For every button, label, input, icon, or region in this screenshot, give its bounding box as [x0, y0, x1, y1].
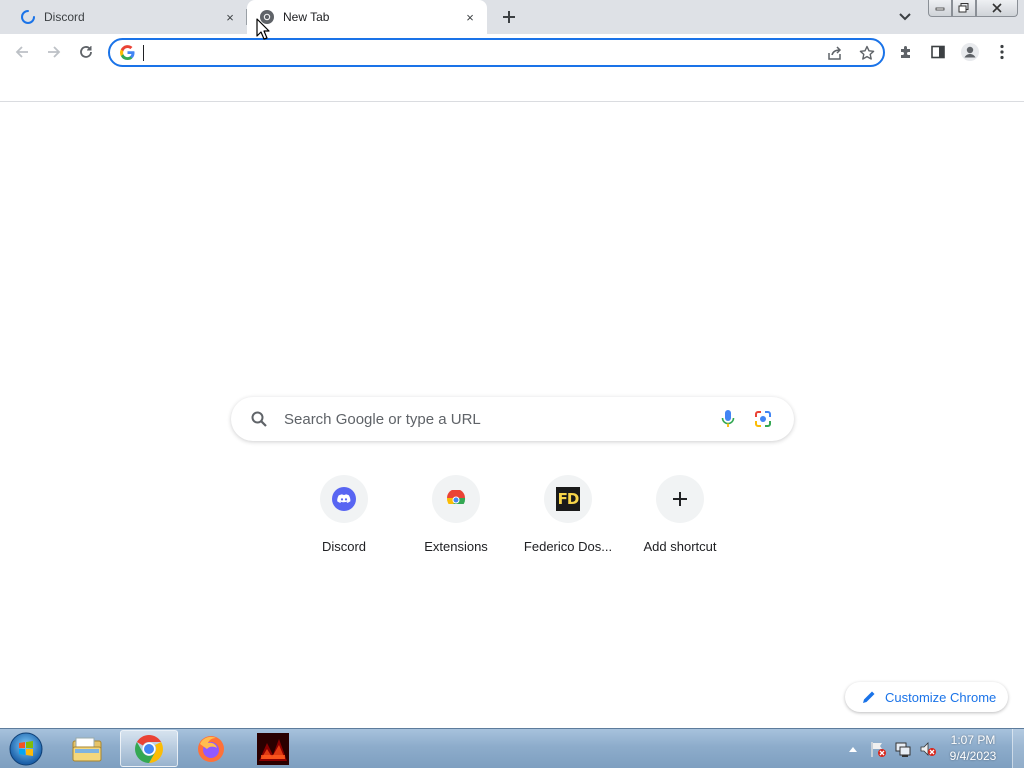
puzzle-piece-icon [901, 46, 910, 58]
chrome-web-store-icon [446, 490, 466, 508]
chevron-down-icon [899, 13, 911, 21]
customize-chrome-label: Customize Chrome [885, 689, 997, 705]
show-desktop-button[interactable] [1012, 729, 1024, 768]
shortcut-label: Discord [321, 539, 367, 554]
taskbar-game-app[interactable] [244, 730, 302, 767]
plus-icon [673, 492, 687, 506]
customize-chrome-button[interactable]: Customize Chrome [845, 682, 1008, 712]
side-panel-icon [931, 45, 945, 59]
shortcut-icon-container [432, 475, 480, 523]
pencil-icon [861, 689, 877, 705]
shortcut-discord[interactable]: Discord [288, 475, 400, 565]
shortcut-federico[interactable]: FD Federico Dos... [512, 475, 624, 565]
tab-strip: Discord × New Tab × [0, 0, 1024, 34]
discord-icon [332, 487, 356, 511]
chrome-menu-button[interactable] [988, 38, 1016, 66]
google-chrome-icon [135, 734, 163, 763]
taskbar: 1:07 PM 9/4/2023 [0, 728, 1024, 768]
shortcut-label: Extensions [424, 539, 488, 554]
text-caret [143, 45, 144, 61]
forward-button[interactable] [40, 38, 68, 66]
bookmarks-divider [0, 101, 1024, 102]
profile-button[interactable] [956, 38, 984, 66]
shortcut-label: Add shortcut [643, 539, 717, 554]
bookmark-star-icon[interactable] [857, 43, 877, 63]
address-bar[interactable] [108, 38, 885, 67]
google-lens-icon[interactable] [752, 408, 774, 430]
reload-icon [80, 46, 92, 58]
microphone-icon[interactable] [717, 408, 739, 430]
clock-time: 1:07 PM [950, 733, 996, 747]
network-icon[interactable] [892, 738, 914, 760]
shortcut-add[interactable]: Add shortcut [624, 475, 736, 565]
tab-search-button[interactable] [895, 8, 915, 26]
minimize-icon [935, 7, 945, 11]
start-button[interactable] [6, 731, 46, 767]
back-arrow-icon [15, 46, 28, 58]
omnibox-input[interactable] [146, 43, 806, 63]
show-hidden-icons-button[interactable] [842, 738, 864, 760]
taskbar-explorer[interactable] [58, 730, 116, 767]
browser-window: Discord × New Tab × Search Google or typ… [0, 0, 1024, 768]
clock-date: 9/4/2023 [949, 749, 997, 763]
shortcut-icon-container [656, 475, 704, 523]
back-button[interactable] [8, 38, 36, 66]
windows-explorer-icon [72, 737, 102, 761]
action-center-flag-icon[interactable] [867, 738, 889, 760]
system-tray [842, 729, 942, 768]
shortcut-extensions[interactable]: Extensions [400, 475, 512, 565]
tab-close-button[interactable]: × [461, 8, 479, 26]
shortcut-icon-container: FD [544, 475, 592, 523]
avatar-icon [961, 43, 979, 61]
extensions-button[interactable] [892, 38, 920, 66]
restore-button[interactable] [952, 0, 976, 17]
ntp-search-box[interactable] [231, 397, 794, 441]
fd-logo-text: FD [557, 490, 580, 508]
reload-button[interactable] [72, 38, 100, 66]
tab-discord[interactable]: Discord × [0, 0, 247, 34]
firefox-icon [198, 735, 224, 762]
mouse-cursor-icon [256, 18, 270, 40]
close-icon [992, 3, 1002, 13]
plus-icon [503, 11, 515, 23]
shortcut-icon-container [320, 475, 368, 523]
loading-spinner-icon [20, 9, 36, 25]
tab-new-tab[interactable]: New Tab × [247, 0, 487, 34]
vertical-dots-icon [1000, 44, 1004, 60]
chevron-up-icon [849, 747, 857, 752]
tab-close-button[interactable]: × [221, 8, 239, 26]
windows-start-orb-icon [9, 732, 43, 766]
minimize-button[interactable] [928, 0, 952, 17]
fd-logo-icon: FD [556, 487, 580, 511]
side-panel-button[interactable] [924, 38, 952, 66]
forward-arrow-icon [48, 46, 61, 58]
window-controls [928, 0, 1018, 18]
restore-icon [958, 3, 969, 13]
taskbar-clock[interactable]: 1:07 PM 9/4/2023 [940, 732, 1006, 764]
new-tab-button[interactable] [497, 5, 521, 29]
shortcut-label: Federico Dos... [523, 539, 613, 554]
tab-title: Discord [44, 10, 85, 24]
taskbar-firefox[interactable] [182, 730, 240, 767]
share-icon[interactable] [825, 43, 845, 63]
game-app-icon [257, 732, 289, 765]
toolbar [0, 34, 1024, 71]
taskbar-chrome[interactable] [120, 730, 178, 767]
volume-muted-icon[interactable] [917, 738, 939, 760]
search-icon [249, 409, 269, 429]
close-window-button[interactable] [976, 0, 1018, 17]
google-icon [120, 45, 135, 61]
ntp-search-input[interactable] [284, 409, 714, 429]
tab-title: New Tab [283, 10, 330, 24]
